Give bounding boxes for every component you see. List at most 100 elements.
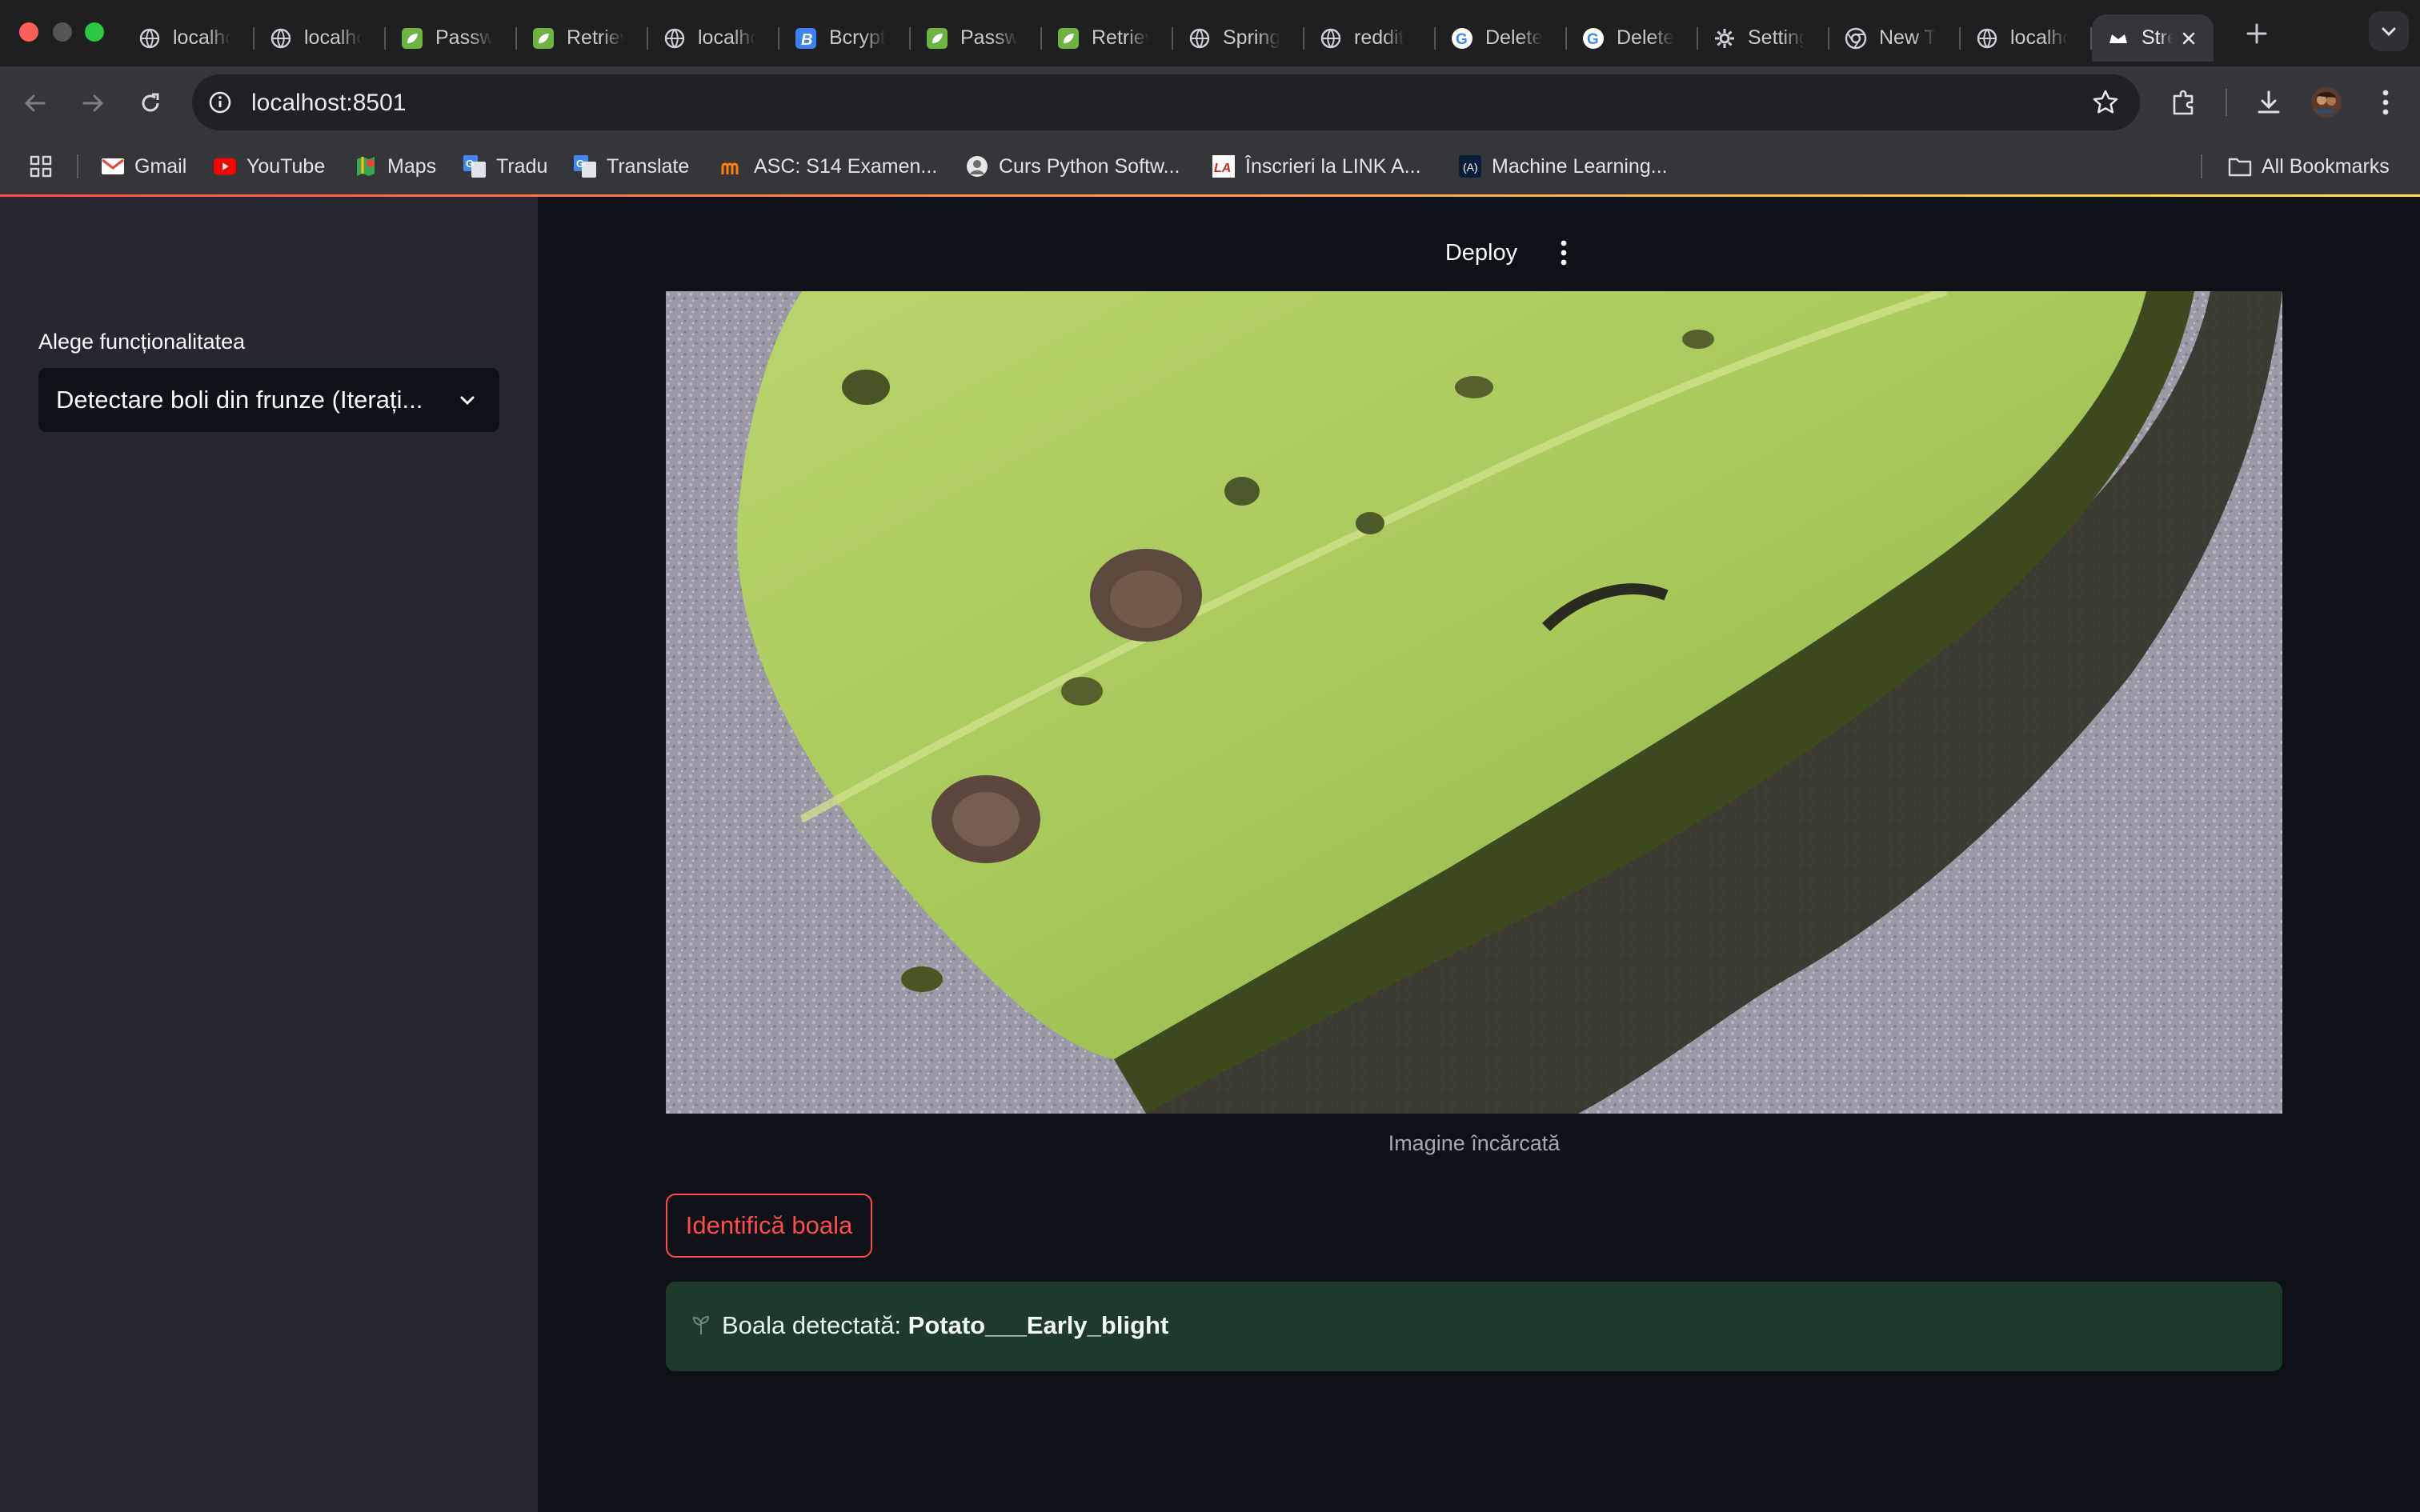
globe-icon	[269, 26, 293, 50]
spring-leaf-icon	[400, 26, 424, 50]
browser-toolbar: localhost:8501	[0, 66, 2420, 138]
browser-tab[interactable]: Retrieve	[1042, 14, 1173, 62]
gmail-icon	[101, 154, 125, 178]
bookmark-label: Curs Python Softw...	[999, 154, 1180, 178]
tab-search-chevron-icon[interactable]	[2369, 11, 2409, 51]
browser-tab[interactable]: Password	[386, 14, 517, 62]
app-menu-kebab-icon[interactable]	[1548, 237, 1580, 269]
forward-arrow-icon[interactable]	[75, 86, 110, 121]
downloads-icon[interactable]	[2250, 84, 2287, 121]
browser-tab[interactable]: B Bcrypt	[779, 14, 911, 62]
browser-tab[interactable]: G Delete	[1567, 14, 1698, 62]
bookmark-label: Maps	[387, 154, 437, 178]
tab-active[interactable]: Streamlit	[2092, 14, 2214, 62]
close-tab-icon[interactable]	[2178, 28, 2199, 49]
browser-tab[interactable]: localhost	[123, 14, 254, 62]
link-academy-icon: LA	[1212, 154, 1236, 178]
tab-title: Delete	[1485, 26, 1543, 49]
google-translate-icon: G	[463, 154, 487, 178]
extensions-puzzle-icon[interactable]	[2166, 84, 2202, 121]
reload-icon[interactable]	[133, 86, 168, 121]
tab-title: reddit	[1354, 26, 1404, 49]
deploy-button[interactable]: Deploy	[1432, 237, 1530, 269]
close-window-icon[interactable]	[19, 22, 38, 42]
moodle-icon	[720, 154, 744, 178]
back-arrow-icon[interactable]	[18, 86, 53, 121]
tab-title: Password	[435, 26, 493, 49]
svg-text:G: G	[1456, 31, 1468, 48]
browser-tab[interactable]: localhost	[254, 14, 386, 62]
new-tab-plus-icon[interactable]	[2241, 18, 2273, 50]
chevron-down-icon[interactable]	[455, 387, 480, 413]
tab-title: Settings	[1748, 26, 1805, 49]
bookmark-item[interactable]: Gmail	[101, 138, 186, 194]
apps-grid-icon[interactable]	[29, 138, 53, 194]
functionality-select[interactable]: Detectare boli din frunze (Iterați...	[38, 368, 499, 432]
bookmark-item[interactable]: Curs Python Softw...	[965, 138, 1180, 194]
tab-title: New Tab	[1879, 26, 1937, 49]
browser-tab[interactable]: Settings	[1698, 14, 1829, 62]
google-g-icon: G	[1450, 26, 1474, 50]
bookmark-item[interactable]: LA Înscrieri la LINK A...	[1212, 138, 1421, 194]
site-info-icon[interactable]	[206, 89, 234, 116]
tab-title: Retrieve	[567, 26, 624, 49]
bookmark-item[interactable]: Maps	[354, 138, 436, 194]
minimize-window-icon[interactable]	[53, 22, 72, 42]
browser-tab[interactable]: Retrieve	[517, 14, 648, 62]
select-value: Detectare boli din frunze (Iterați...	[56, 386, 423, 414]
app-sidebar: Alege funcționalitatea Detectare boli di…	[0, 197, 538, 1512]
browser-tab[interactable]: localhost	[1961, 14, 2092, 62]
python-course-icon	[965, 154, 989, 178]
browser-tab[interactable]: Password	[911, 14, 1042, 62]
tab-title: Password	[960, 26, 1018, 49]
browser-tab[interactable]: New Tab	[1829, 14, 1961, 62]
svg-text:(A): (A)	[1463, 161, 1478, 174]
browser-tab[interactable]: reddit	[1304, 14, 1436, 62]
bookmark-item[interactable]: ASC: S14 Examen...	[720, 138, 937, 194]
bookmark-label: Tradu	[496, 154, 548, 178]
svg-text:LA: LA	[1214, 162, 1231, 175]
google-translate-icon: G	[573, 154, 597, 178]
app-main: Deploy Imagine încărcată Identifică boal…	[538, 197, 2420, 1512]
bookmarks-divider	[2201, 154, 2202, 178]
bookmark-item[interactable]: YouTube	[213, 138, 325, 194]
bookmark-item[interactable]: (A) Machine Learning...	[1458, 138, 1668, 194]
ml-course-icon: (A)	[1458, 154, 1482, 178]
bookmark-item[interactable]: G Translate	[573, 138, 689, 194]
uploaded-leaf-image	[666, 291, 2282, 1114]
bookmark-item[interactable]: G Tradu	[463, 138, 547, 194]
detection-result-alert: Boala detectată: Potato___Early_blight	[666, 1282, 2282, 1371]
bookmark-label: YouTube	[246, 154, 326, 178]
tab-title: Delete	[1617, 26, 1674, 49]
identify-disease-button[interactable]: Identifică boala	[666, 1194, 872, 1258]
streamlit-crown-icon	[2106, 26, 2130, 50]
profile-avatar-icon[interactable]	[2308, 84, 2345, 121]
globe-icon	[1319, 26, 1343, 50]
browser-tab-strip: localhost localhost Password Retrieve localh…	[0, 0, 2420, 66]
spring-leaf-icon	[531, 26, 555, 50]
folder-icon	[2228, 154, 2252, 178]
toolbar-divider	[2226, 89, 2227, 116]
address-bar[interactable]: localhost:8501	[192, 74, 2140, 130]
bookmark-star-icon[interactable]	[2090, 87, 2121, 118]
spring-leaf-icon	[925, 26, 949, 50]
detected-disease-name: Potato___Early_blight	[908, 1311, 1169, 1339]
globe-icon	[1975, 26, 1999, 50]
browser-tab[interactable]: G Delete	[1436, 14, 1567, 62]
gear-icon	[1713, 26, 1737, 50]
bookmark-label: ASC: S14 Examen...	[754, 154, 938, 178]
url-text[interactable]: localhost:8501	[251, 90, 406, 117]
bookmark-label: Gmail	[134, 154, 187, 178]
tab-title: localhost	[304, 26, 362, 49]
browser-menu-kebab-icon[interactable]	[2367, 84, 2404, 121]
tab-list: localhost localhost Password Retrieve localh…	[123, 10, 2214, 66]
browser-tab[interactable]: localhost	[648, 14, 779, 62]
browser-tab[interactable]: Spring	[1173, 14, 1304, 62]
spring-leaf-icon	[1056, 26, 1080, 50]
all-bookmarks-folder[interactable]: All Bookmarks	[2228, 138, 2390, 194]
bookmark-label: Translate	[607, 154, 690, 178]
bookmark-label: Machine Learning...	[1492, 154, 1668, 178]
zoom-window-icon[interactable]	[85, 22, 104, 42]
all-bookmarks-label: All Bookmarks	[2262, 154, 2390, 178]
bookmark-label: Înscrieri la LINK A...	[1245, 154, 1421, 178]
